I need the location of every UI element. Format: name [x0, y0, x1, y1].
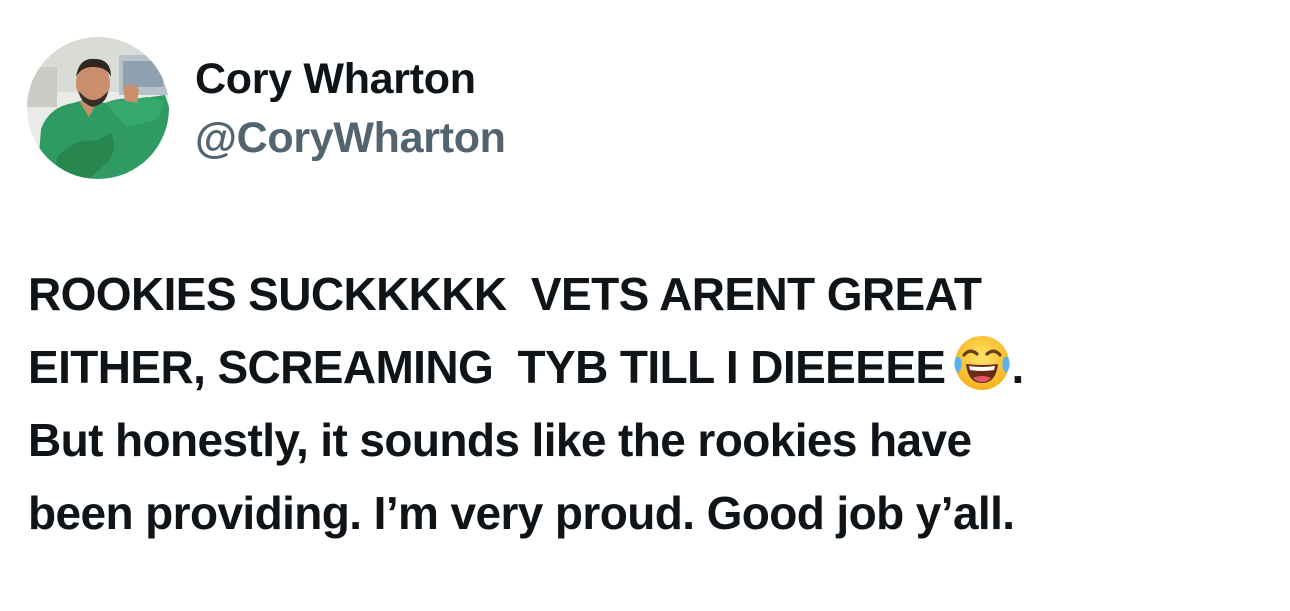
tweet-line-1: ROOKIES SUCKKKKK VETS ARENT GREAT [28, 268, 982, 320]
user-handle[interactable]: @CoryWharton [195, 113, 506, 163]
tweet-line-2: EITHER, SCREAMING TYB TILL I DIEEEEE . [28, 331, 1268, 404]
profile-photo-icon [27, 37, 169, 179]
tweet-line-2-text: EITHER, SCREAMING TYB TILL I DIEEEEE [28, 341, 946, 393]
tweet-line-4: been providing. I’m very proud. Good job… [28, 487, 1015, 539]
tweet-header: Cory Wharton @CoryWharton [27, 37, 506, 179]
face-with-tears-of-joy-icon [952, 333, 1012, 393]
tweet-line-3: But honestly, it sounds like the rookies… [28, 414, 972, 466]
tweet-text: ROOKIES SUCKKKKK VETS ARENT GREAT EITHER… [28, 258, 1268, 550]
avatar[interactable] [27, 37, 169, 179]
tweet-card: Cory Wharton @CoryWharton ROOKIES SUCKKK… [0, 0, 1290, 611]
user-names: Cory Wharton @CoryWharton [195, 37, 506, 163]
tweet-line-2-end: . [1011, 341, 1025, 393]
display-name[interactable]: Cory Wharton [195, 54, 506, 104]
